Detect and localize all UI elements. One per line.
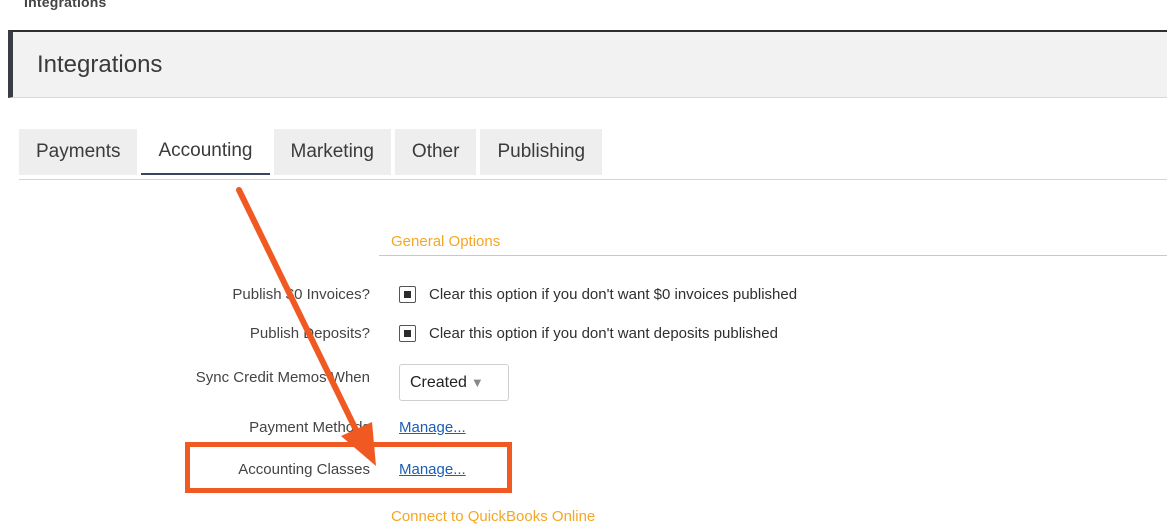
annotation-arrow-icon: [236, 187, 376, 466]
annotation-highlight-box: [185, 442, 512, 493]
